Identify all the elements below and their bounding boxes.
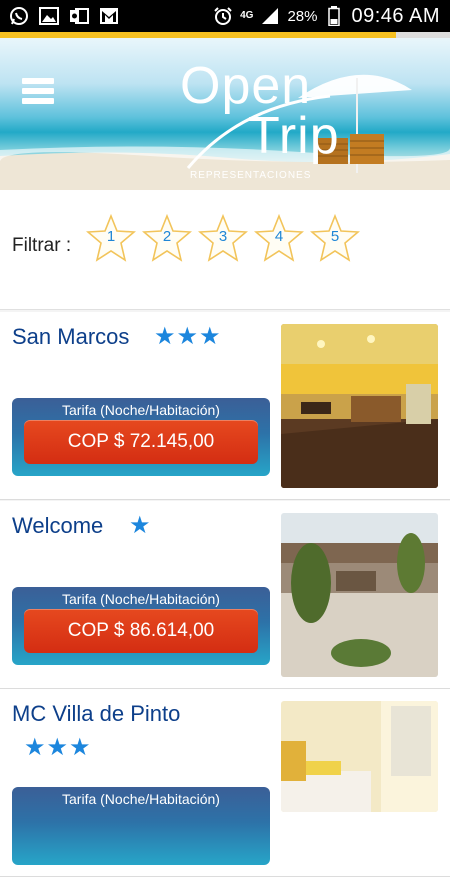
filter-star-number: 5: [330, 228, 340, 245]
gallery-icon: [38, 6, 60, 26]
rate-label: Tarifa (Noche/Habitación): [62, 402, 220, 418]
filter-star-5-button[interactable]: 5: [310, 214, 360, 262]
clock: 09:46 AM: [351, 4, 440, 27]
hotel-name[interactable]: MC Villa de Pinto: [12, 701, 180, 727]
price-button[interactable]: COP $ 86.614,00: [24, 609, 258, 653]
rate-box: Tarifa (Noche/Habitación) COP $ 72.145,00: [12, 398, 270, 476]
hotel-photo[interactable]: [281, 324, 438, 488]
hotel-star-rating: ★: [129, 512, 152, 539]
filter-star-number: 1: [106, 228, 116, 245]
hotel-name[interactable]: Welcome: [12, 513, 103, 539]
hotel-name[interactable]: San Marcos: [12, 324, 129, 350]
hotel-star-rating: ★★★: [154, 323, 222, 350]
hotel-photo[interactable]: [281, 513, 438, 677]
rate-label: Tarifa (Noche/Habitación): [62, 591, 220, 607]
menu-bar-top: [22, 78, 54, 84]
menu-bar-bottom: [22, 98, 54, 104]
app-header: Open Trip REPRESENTACIONES: [0, 38, 450, 190]
open-trip-logo: Open Trip REPRESENTACIONES: [170, 46, 440, 186]
hamburger-menu-button[interactable]: [22, 78, 54, 110]
battery-icon: [323, 6, 345, 26]
hotel-card[interactable]: MC Villa de Pinto ★★★ Tarifa (Noche/Habita…: [0, 689, 450, 877]
hotel-star-rating: ★★★: [24, 734, 92, 761]
rate-box: Tarifa (Noche/Habitación): [12, 787, 270, 865]
hotel-card[interactable]: San Marcos ★★★ Tarifa (Noche/Habitación) CO…: [0, 312, 450, 500]
filter-label: Filtrar :: [12, 235, 72, 256]
whatsapp-icon: [8, 6, 30, 26]
filter-star-2-button[interactable]: 2: [142, 214, 192, 262]
network-type: 4G: [240, 10, 254, 21]
rate-box: Tarifa (Noche/Habitación) COP $ 86.614,00: [12, 587, 270, 665]
gmail-icon: [98, 6, 120, 26]
price-button[interactable]: COP $ 72.145,00: [24, 420, 258, 464]
hotel-photo[interactable]: [281, 701, 438, 812]
logo-tagline: REPRESENTACIONES: [190, 170, 312, 181]
signal-icon: [259, 6, 281, 26]
menu-bar-middle: [22, 88, 54, 94]
alarm-icon: [212, 6, 234, 26]
rating-filter: Filtrar : 1 2 3 4 5: [0, 190, 450, 310]
logo-swoosh: [186, 94, 331, 169]
battery-percent: 28%: [287, 7, 318, 25]
filter-star-number: 3: [218, 228, 228, 245]
filter-star-4-button[interactable]: 4: [254, 214, 304, 262]
rate-label: Tarifa (Noche/Habitación): [62, 791, 220, 807]
filter-star-1-button[interactable]: 1: [86, 214, 136, 262]
status-bar: 4G 28% 09:46 AM: [0, 0, 450, 32]
hotel-card[interactable]: Welcome ★ Tarifa (Noche/Habitación) COP $ 8…: [0, 501, 450, 689]
outlook-icon: [68, 6, 90, 26]
filter-star-number: 2: [162, 228, 172, 245]
filter-star-3-button[interactable]: 3: [198, 214, 248, 262]
filter-star-number: 4: [274, 228, 284, 245]
